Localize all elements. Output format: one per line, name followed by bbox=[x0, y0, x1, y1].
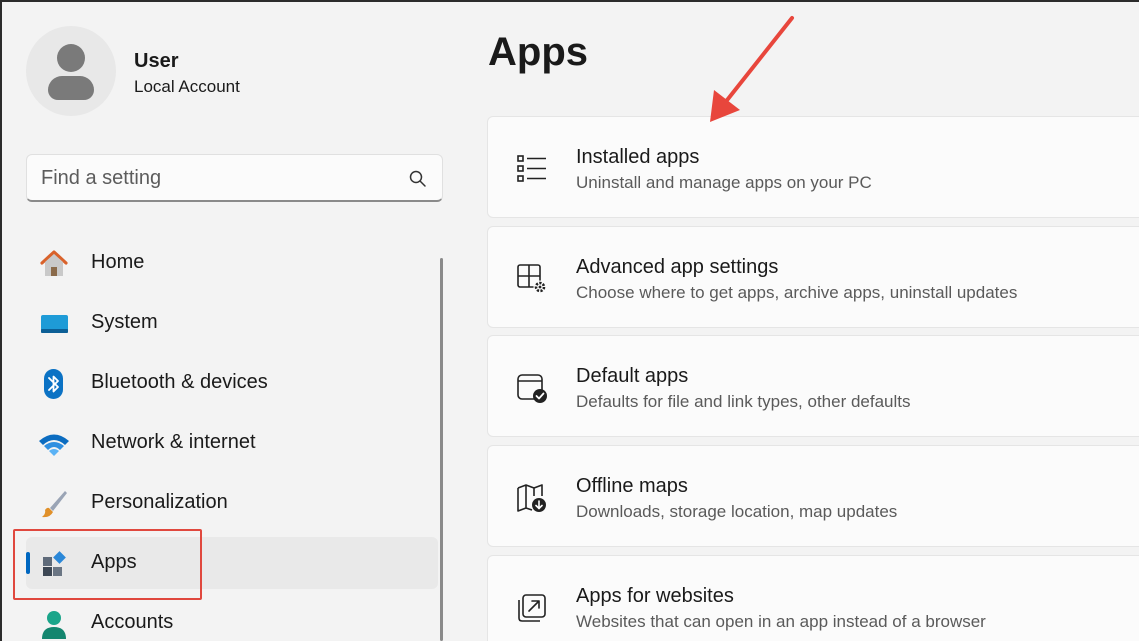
apps-icon bbox=[43, 551, 66, 576]
person-icon bbox=[42, 611, 66, 639]
user-name: User bbox=[134, 50, 179, 72]
card-subtitle: Choose where to get apps, archive apps, … bbox=[576, 283, 1018, 302]
sidebar-item-personalization[interactable]: Personalization bbox=[26, 477, 438, 529]
sidebar-item-apps[interactable]: Apps bbox=[26, 537, 438, 589]
card-subtitle: Uninstall and manage apps on your PC bbox=[576, 173, 872, 192]
bluetooth-icon bbox=[44, 369, 63, 399]
card-subtitle: Websites that can open in an app instead… bbox=[576, 612, 986, 631]
page-title: Apps bbox=[488, 30, 588, 74]
sidebar-item-network[interactable]: Network & internet bbox=[26, 417, 438, 469]
app-gear-icon bbox=[517, 264, 547, 294]
account-type: Local Account bbox=[134, 77, 240, 96]
sidebar-item-label: Network & internet bbox=[91, 431, 256, 453]
card-advanced-app-settings[interactable]: Advanced app settings Choose where to ge… bbox=[487, 226, 1139, 328]
window-top-border bbox=[0, 0, 1139, 2]
sidebar-item-label: Personalization bbox=[91, 491, 228, 513]
sidebar-item-label: Apps bbox=[91, 551, 137, 573]
list-icon bbox=[517, 155, 546, 182]
avatar-body bbox=[48, 76, 94, 100]
card-subtitle: Downloads, storage location, map updates bbox=[576, 502, 898, 521]
search-input[interactable] bbox=[41, 164, 401, 192]
map-download-icon bbox=[517, 484, 546, 512]
monitor-icon bbox=[41, 315, 68, 333]
sidebar-item-label: Bluetooth & devices bbox=[91, 371, 268, 393]
selected-indicator bbox=[26, 552, 30, 574]
search-icon[interactable] bbox=[408, 169, 428, 189]
wifi-icon bbox=[39, 434, 69, 456]
card-title: Apps for websites bbox=[576, 585, 734, 607]
window-left-border bbox=[0, 0, 2, 641]
home-icon bbox=[40, 250, 68, 276]
card-installed-apps[interactable]: Installed apps Uninstall and manage apps… bbox=[487, 116, 1139, 218]
card-title: Offline maps bbox=[576, 475, 688, 497]
sidebar-item-accounts[interactable]: Accounts bbox=[26, 597, 438, 641]
paintbrush-icon bbox=[42, 491, 67, 518]
open-external-icon bbox=[518, 594, 546, 622]
sidebar-item-label: System bbox=[91, 311, 158, 333]
card-apps-for-websites[interactable]: Apps for websites Websites that can open… bbox=[487, 555, 1139, 641]
avatar[interactable] bbox=[26, 26, 116, 116]
card-default-apps[interactable]: Default apps Defaults for file and link … bbox=[487, 335, 1139, 437]
sidebar-item-label: Accounts bbox=[91, 611, 174, 633]
card-subtitle: Defaults for file and link types, other … bbox=[576, 392, 911, 411]
card-title: Default apps bbox=[576, 365, 689, 387]
sidebar-item-bluetooth[interactable]: Bluetooth & devices bbox=[26, 357, 438, 409]
sidebar-scrollbar[interactable] bbox=[440, 258, 443, 641]
card-title: Advanced app settings bbox=[576, 256, 779, 278]
card-title: Installed apps bbox=[576, 146, 700, 168]
window-check-icon bbox=[517, 374, 547, 403]
card-offline-maps[interactable]: Offline maps Downloads, storage location… bbox=[487, 445, 1139, 547]
search-box[interactable] bbox=[26, 154, 443, 202]
annotation-arrow bbox=[710, 16, 794, 122]
sidebar-item-label: Home bbox=[91, 251, 145, 273]
sidebar-item-home[interactable]: Home bbox=[26, 237, 438, 289]
sidebar-item-system[interactable]: System bbox=[26, 297, 438, 349]
avatar-head bbox=[57, 44, 85, 72]
